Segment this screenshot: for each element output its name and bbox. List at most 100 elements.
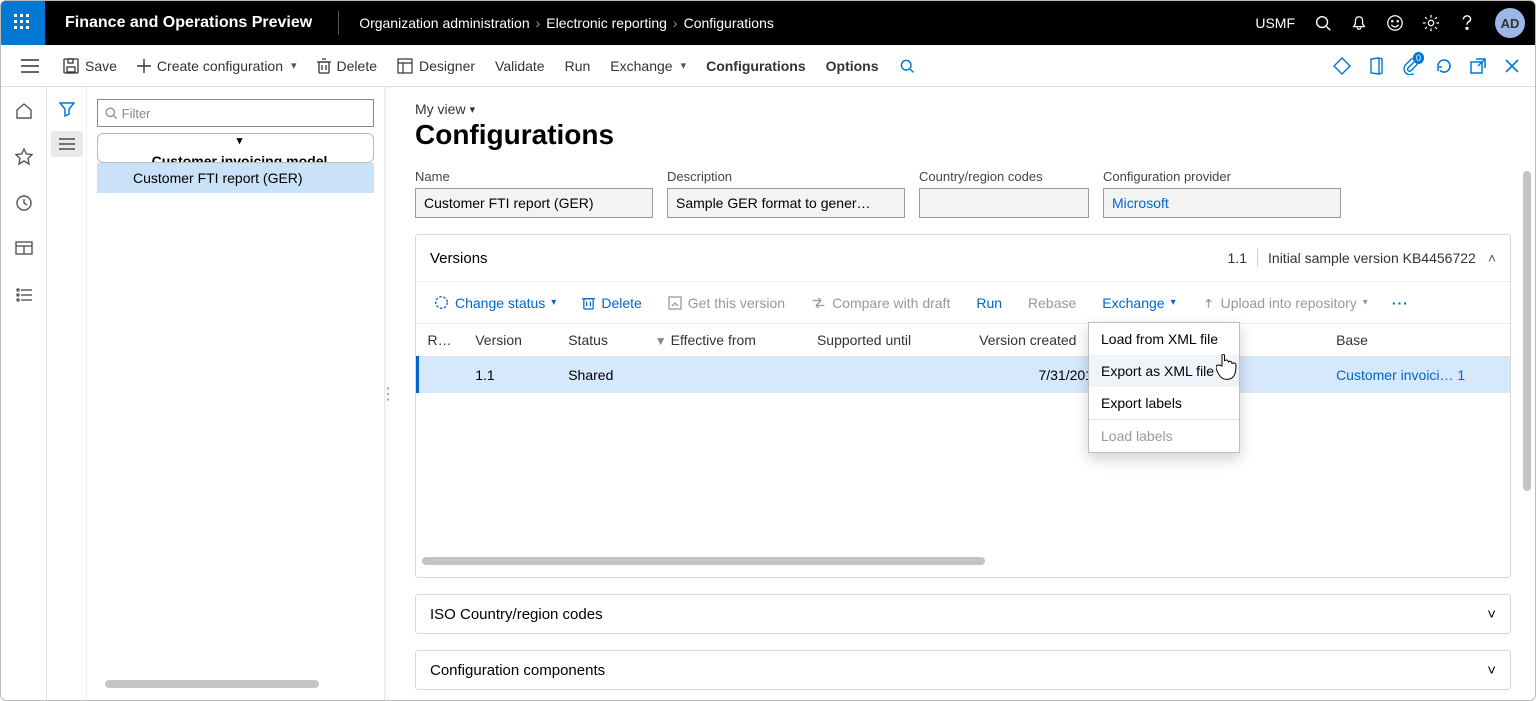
versions-grid: R… Version Status ▼Effective from Suppor… (416, 323, 1510, 567)
versions-toolbar: Change status▾ Delete Get this version C… (416, 281, 1510, 323)
dropdown-item-export-labels[interactable]: Export labels (1089, 387, 1239, 419)
app-launcher-icon[interactable] (1, 1, 45, 45)
title-bar: Finance and Operations Preview Organizat… (1, 1, 1535, 45)
iso-country-label: ISO Country/region codes (430, 606, 603, 623)
delete-label: Delete (337, 58, 377, 74)
options-tab[interactable]: Options (816, 45, 889, 87)
configurations-tab[interactable]: Configurations (696, 45, 816, 87)
versions-meta-desc: Initial sample version KB4456722 (1268, 250, 1476, 266)
toolbar-run-button[interactable]: Run (968, 291, 1010, 315)
toolbar-delete-button[interactable]: Delete (574, 291, 649, 315)
tree-child-label: Customer FTI report (GER) (133, 170, 303, 186)
tree-node-root[interactable]: ▾ Customer invoicing model (97, 133, 374, 163)
title-divider (338, 11, 339, 35)
hamburger-icon[interactable] (21, 59, 39, 73)
grid-scrollbar[interactable] (422, 557, 1504, 567)
chevron-down-icon: ▾ (291, 59, 297, 72)
provider-field[interactable]: Microsoft (1103, 188, 1341, 218)
save-button[interactable]: Save (53, 45, 127, 87)
create-configuration-button[interactable]: Create configuration ▾ (127, 45, 307, 87)
validate-button[interactable]: Validate (485, 45, 555, 87)
modules-icon[interactable] (10, 281, 38, 309)
chevron-right-icon: › (673, 15, 678, 31)
tree-root-label: Customer invoicing model (152, 153, 328, 163)
run-button[interactable]: Run (555, 45, 601, 87)
breadcrumb-item[interactable]: Configurations (684, 15, 774, 31)
versions-meta-version: 1.1 (1228, 250, 1247, 266)
name-field[interactable]: Customer FTI report (GER) (415, 188, 653, 218)
chevron-down-icon: ˅ (1487, 606, 1496, 623)
view-selector[interactable]: My view ▾ (415, 101, 1511, 117)
left-nav-rail (1, 87, 47, 700)
options-label: Options (826, 58, 879, 74)
change-status-button[interactable]: Change status▾ (426, 291, 564, 315)
main-scrollbar[interactable] (1523, 171, 1531, 491)
iso-country-panel[interactable]: ISO Country/region codes ˅ (415, 594, 1511, 634)
list-icon[interactable] (51, 131, 83, 157)
col-version[interactable]: Version (465, 324, 558, 357)
toolbar-exchange-button[interactable]: Exchange▾ (1094, 291, 1183, 315)
legal-entity[interactable]: USMF (1245, 15, 1305, 31)
designer-label: Designer (419, 58, 475, 74)
main-area: My view ▾ Configurations Name Customer F… (391, 87, 1535, 700)
side-scrollbar[interactable] (105, 680, 366, 690)
diamond-icon[interactable] (1325, 49, 1359, 83)
delete-button[interactable]: Delete (307, 45, 387, 87)
chevron-down-icon: ▾ (237, 134, 243, 147)
avatar[interactable]: AD (1495, 8, 1525, 38)
exchange-label: Exchange (610, 58, 672, 74)
breadcrumb-item[interactable]: Organization administration (359, 15, 529, 31)
country-field[interactable] (919, 188, 1089, 218)
col-status[interactable]: Status (558, 324, 645, 357)
close-icon[interactable] (1495, 49, 1529, 83)
versions-title: Versions (430, 250, 488, 267)
compare-button: Compare with draft (803, 291, 958, 315)
col-effective[interactable]: ▼Effective from (645, 324, 807, 357)
provider-label: Configuration provider (1103, 169, 1341, 184)
chevron-right-icon: › (536, 15, 541, 31)
designer-button[interactable]: Designer (387, 45, 485, 87)
bell-icon[interactable] (1341, 1, 1377, 45)
row-status: Shared (558, 357, 645, 394)
dropdown-item-load-xml[interactable]: Load from XML file (1089, 323, 1239, 355)
dropdown-item-export-xml[interactable]: Export as XML file (1089, 355, 1239, 387)
description-label: Description (667, 169, 905, 184)
help-icon[interactable] (1449, 1, 1485, 45)
filter-input[interactable]: Filter (97, 99, 374, 127)
exchange-dropdown: Load from XML file Export as XML file Ex… (1088, 322, 1240, 453)
col-r[interactable]: R… (418, 324, 466, 357)
config-components-panel[interactable]: Configuration components ˅ (415, 650, 1511, 690)
action-search-icon[interactable] (889, 45, 925, 87)
attachments-icon[interactable] (1393, 49, 1427, 83)
refresh-icon[interactable] (1427, 49, 1461, 83)
gear-icon[interactable] (1413, 1, 1449, 45)
popout-icon[interactable] (1461, 49, 1495, 83)
workspace-icon[interactable] (10, 235, 38, 263)
star-icon[interactable] (10, 143, 38, 171)
chevron-down-icon: ▾ (470, 103, 476, 116)
view-label: My view (415, 101, 466, 117)
collapse-icon[interactable]: ˄ (1488, 250, 1496, 266)
row-base[interactable]: Customer invoici… 1 (1326, 357, 1510, 394)
upload-repository-button: Upload into repository▾ (1194, 291, 1376, 315)
clock-icon[interactable] (10, 189, 38, 217)
create-label: Create configuration (157, 58, 283, 74)
breadcrumb-item[interactable]: Electronic reporting (546, 15, 667, 31)
filter-icon[interactable]: ▼ (655, 334, 667, 348)
funnel-icon[interactable] (59, 101, 75, 117)
table-row[interactable]: 1.1 Shared 7/31/2018 5:51:01 AM Customer… (418, 357, 1511, 394)
side-panel: Filter ▾ Customer invoicing model Custom… (47, 87, 385, 700)
smile-icon[interactable] (1377, 1, 1413, 45)
col-supported[interactable]: Supported until (807, 324, 969, 357)
versions-panel: Versions 1.1 Initial sample version KB44… (415, 234, 1511, 578)
more-button[interactable]: ··· (1386, 291, 1415, 315)
search-icon[interactable] (1305, 1, 1341, 45)
office-icon[interactable] (1359, 49, 1393, 83)
tree-node-child[interactable]: Customer FTI report (GER) (97, 163, 374, 193)
description-field[interactable]: Sample GER format to gener… (667, 188, 905, 218)
config-components-label: Configuration components (430, 662, 605, 679)
filter-placeholder: Filter (122, 106, 151, 121)
home-icon[interactable] (10, 97, 38, 125)
col-base[interactable]: Base (1326, 324, 1510, 357)
exchange-button[interactable]: Exchange ▾ (600, 45, 696, 87)
